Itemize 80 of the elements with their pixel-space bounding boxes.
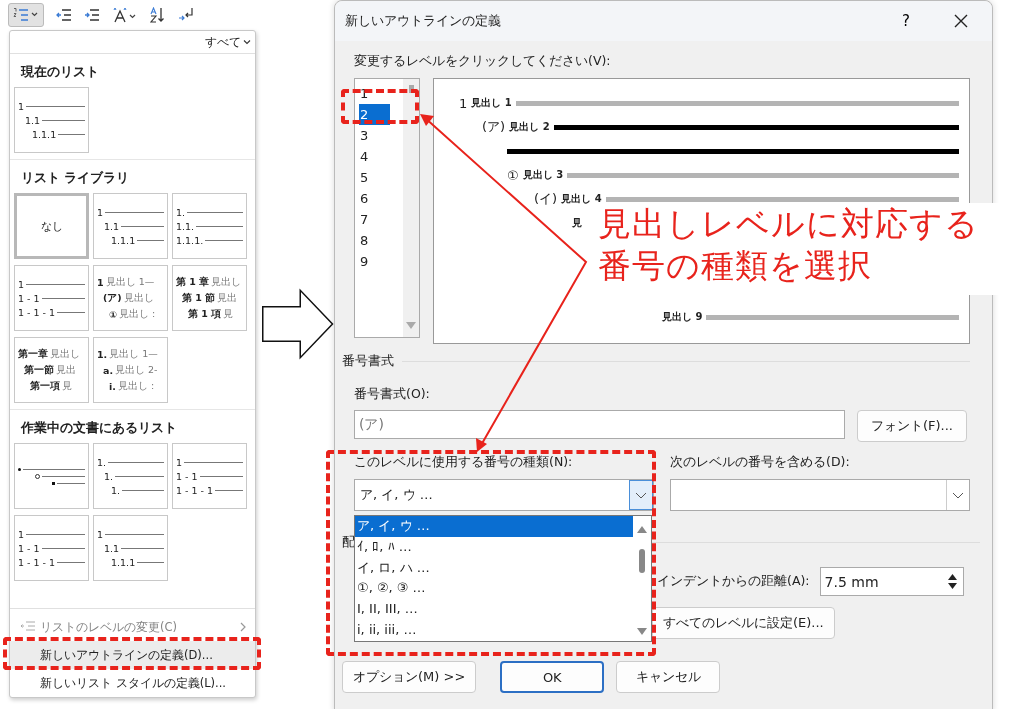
level-number: 1 [459,95,468,111]
number-style-option[interactable]: ア, イ, ウ … [355,516,633,537]
heading-label: 見出し 1 [471,96,512,110]
list-style-option[interactable]: 1 1 - 1 1 - 1 - 1 [14,265,89,331]
menu-item[interactable]: 新しいリスト スタイルの定義(L)... [10,669,255,697]
heading-label: 見出し 2 [509,120,550,134]
indent-distance-field[interactable]: 7.5 mm [819,567,964,596]
number-style-option[interactable]: I, II, III, … [355,599,633,620]
level-list[interactable]: 1 2 3 4 5 6 7 8 9 [354,78,420,338]
list-style-option[interactable]: 1. 1. 1. [93,443,168,509]
list-style-option[interactable]: なし [14,193,89,259]
filter-dropdown[interactable]: すべて [205,34,251,50]
level-item[interactable]: 9 [359,251,390,272]
help-button[interactable]: ? [902,12,910,30]
level-item[interactable]: 8 [359,230,390,251]
level-prompt: 変更するレベルをクリックしてください(V): [354,53,612,70]
numbered-list-icon [13,7,39,23]
field-label: インデントからの距離(A): [657,573,810,590]
list-level-icon [20,621,36,631]
caret-icon [243,39,251,45]
list-style-option[interactable]: 1 1 - 1 1 - 1 - 1 [14,515,89,581]
heading-label: 見 [572,216,582,230]
level-number: ① [507,167,519,183]
list-style-option[interactable]: 1 1.1 1.1.1 [14,87,89,153]
chevron-down-icon [635,491,647,499]
level-item[interactable]: 5 [359,167,390,188]
field-label: 次のレベルの番号を含める(D): [670,454,851,471]
heading-label: 見出し 9 [662,310,703,324]
list-style-option[interactable] [14,443,89,509]
level-item[interactable]: 1 [359,83,390,104]
section-title: 番号書式 [342,352,394,370]
spin-up-icon[interactable] [947,574,957,580]
heading-label: 見出し 3 [522,168,564,182]
list-style-option[interactable]: 第 1 章 見出し 第 1 節 見出 第 1 項 見 [172,265,247,331]
level-number: (ア) [482,118,506,136]
cancel-button[interactable]: キャンセル [616,661,721,693]
level-item[interactable]: 6 [359,188,390,209]
font-button[interactable]: フォント(F)... [857,410,967,442]
level-item[interactable]: 4 [359,146,390,167]
number-style-option[interactable]: ①, ②, ③ … [355,578,633,600]
section-title: 配 [342,533,355,551]
line-break-icon[interactable] [178,7,194,23]
chevron-right-icon [239,622,247,632]
list-style-option[interactable]: 1. 見出し 1— a. 見出し 2- i. 見出し : [93,337,168,403]
scroll-thumb[interactable] [639,549,645,573]
sort-icon[interactable] [150,7,166,23]
options-button[interactable]: オプション(M) >> [342,661,477,693]
close-icon[interactable] [954,14,968,28]
number-style-option[interactable]: ｲ, ﾛ, ﾊ … [355,536,633,558]
scroll-thumb[interactable] [408,85,414,93]
level-number: (イ) [534,190,558,208]
scroll-down-icon[interactable] [637,628,647,635]
menu-item[interactable]: 新しいアウトラインの定義(D)... [10,641,255,669]
field-label: このレベルに使用する番号の種類(N): [354,454,574,471]
heading-label: 見出し 4 [561,192,602,206]
section-title: リスト ライブラリ [10,159,255,193]
list-style-option[interactable]: 1 1 - 1 1 - 1 - 1 [172,443,247,509]
number-style-option[interactable]: イ, ロ, ハ … [355,557,633,579]
ok-button[interactable]: OK [500,661,605,693]
list-style-option[interactable]: 1. 1.1. 1.1.1. [172,193,247,259]
number-style-dropdown[interactable]: ア, イ, ウ … [354,479,654,511]
window-title: 新しいアウトラインの定義 [345,12,502,30]
decrease-indent-icon[interactable] [56,8,72,22]
section-title: 現在のリスト [19,63,100,81]
list-style-option[interactable]: 1 1.1 1.1.1 [93,515,168,581]
list-style-option[interactable]: 第一章 見出し 第一節 見出 第一項 見 [14,337,89,403]
list-style-option[interactable]: 1 見出し 1— (ア) 見出し ① 見出し : [93,265,168,331]
number-format-field[interactable]: (ア) [354,410,845,439]
apply-all-levels-button[interactable]: すべてのレベルに設定(E)... [652,607,835,639]
section-title: 作業中の文書にあるリスト [10,409,255,443]
list-style-option[interactable]: 1 1.1 1.1.1 [93,193,168,259]
scroll-up-icon[interactable] [637,526,647,533]
field-label: 番号書式(O): [354,386,431,403]
spin-down-icon[interactable] [947,583,957,589]
increase-indent-icon[interactable] [84,8,100,22]
chevron-down-icon [952,491,964,499]
level-item[interactable]: 7 [359,209,390,230]
level-item[interactable]: 3 [359,125,390,146]
text-effects-icon[interactable] [112,7,138,23]
number-style-option[interactable]: i, ii, iii, … [355,620,633,641]
